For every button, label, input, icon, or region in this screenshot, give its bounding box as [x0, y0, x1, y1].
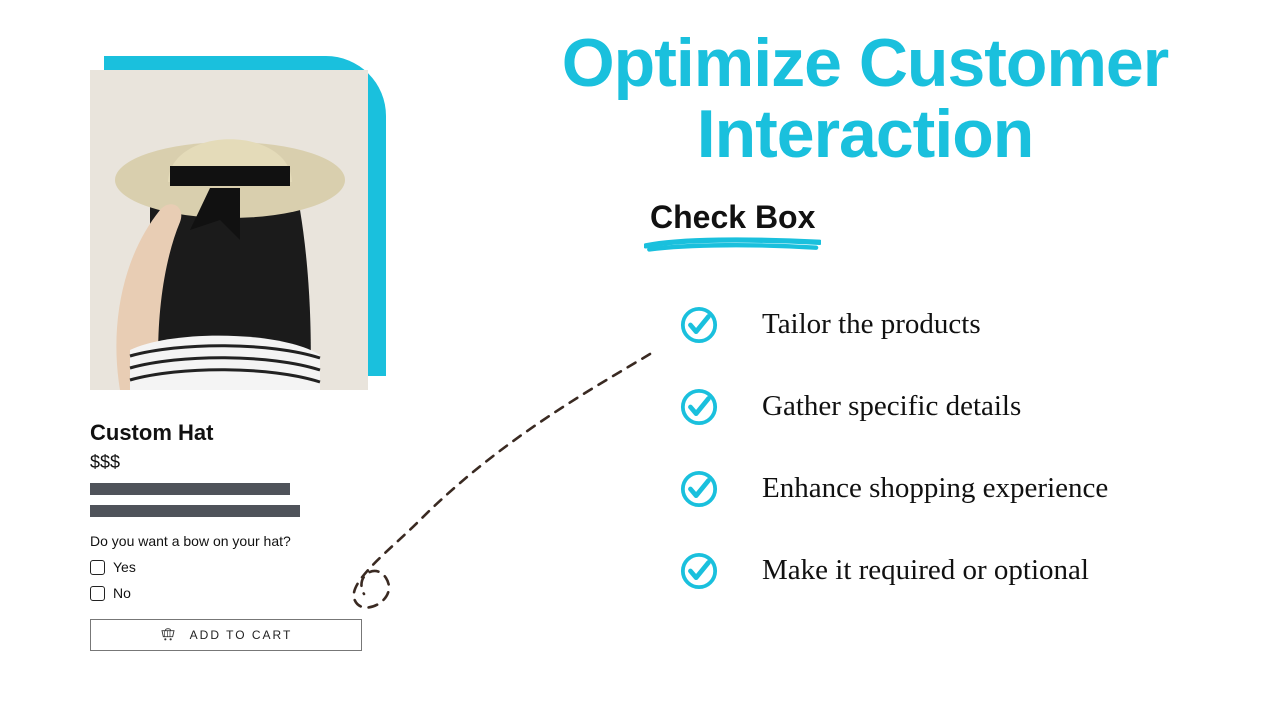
checkmark-circle-icon: [680, 470, 718, 508]
add-to-cart-button[interactable]: ADD TO CART: [90, 619, 362, 651]
subheadline-wrap: Check Box: [650, 199, 815, 236]
brush-underline-icon: [644, 237, 821, 253]
option-label: No: [113, 585, 131, 601]
option-label: Yes: [113, 559, 136, 575]
feature-item: Tailor the products: [680, 306, 1260, 344]
cart-icon: [160, 628, 176, 642]
product-photo: [90, 70, 368, 390]
checkmark-circle-icon: [680, 306, 718, 344]
checkmark-circle-icon: [680, 552, 718, 590]
headline: Optimize Customer Interaction: [470, 28, 1260, 171]
feature-item: Enhance shopping experience: [680, 470, 1260, 508]
feature-text: Tailor the products: [762, 308, 981, 341]
headline-line-1: Optimize Customer: [562, 25, 1168, 101]
feature-text: Make it required or optional: [762, 554, 1089, 587]
skeleton-line: [90, 505, 300, 517]
subheadline: Check Box: [650, 199, 815, 236]
feature-text: Gather specific details: [762, 390, 1021, 423]
product-photo-frame: [90, 60, 372, 380]
headline-line-2: Interaction: [697, 96, 1034, 172]
feature-item: Gather specific details: [680, 388, 1260, 426]
checkbox-icon: [90, 560, 105, 575]
feature-list: Tailor the products Gather specific deta…: [680, 306, 1260, 590]
checkbox-icon: [90, 586, 105, 601]
add-to-cart-label: ADD TO CART: [190, 628, 293, 642]
checkmark-circle-icon: [680, 388, 718, 426]
feature-text: Enhance shopping experience: [762, 472, 1108, 505]
skeleton-line: [90, 483, 290, 495]
swirl-arrow-icon: [330, 350, 660, 630]
feature-item: Make it required or optional: [680, 552, 1260, 590]
